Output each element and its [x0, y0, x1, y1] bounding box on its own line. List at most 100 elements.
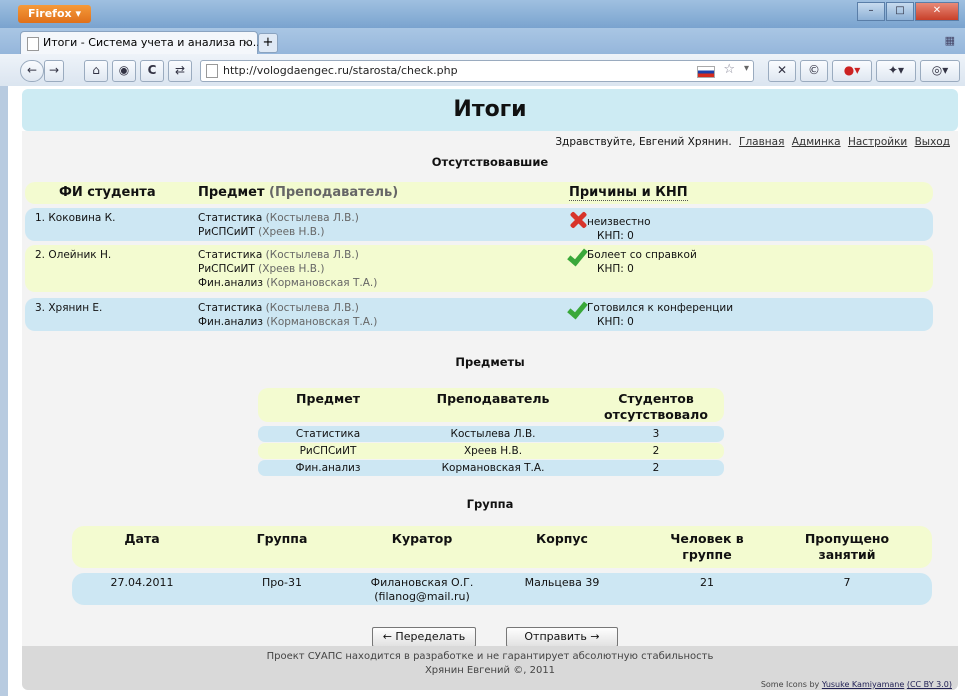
- col-people-line1: Человек в: [670, 531, 744, 546]
- teacher-name: (Хреев Н.В.): [258, 263, 325, 275]
- teacher-name: Кормановская Т.А.: [441, 462, 545, 474]
- teacher-name: (Костылева Л.В.): [265, 212, 359, 224]
- subjects-list: Статистика (Костылева Л.В.) РиСПСиИТ (Хр…: [198, 211, 359, 239]
- missed-value: 7: [843, 576, 851, 589]
- curator-value: Филановская О.Г. (filanog@mail.ru): [352, 576, 492, 604]
- back-button[interactable]: ←: [20, 60, 44, 82]
- table-row: 3. Хрянин Е. Статистика (Костылева Л.В.)…: [25, 298, 933, 331]
- subject-name: Фин.анализ: [198, 277, 263, 289]
- nav-link-logout[interactable]: Выход: [915, 136, 950, 148]
- table-row: 2. Олейник Н. Статистика (Костылева Л.В.…: [25, 245, 933, 292]
- navigation-toolbar: ← → ⌂ ◉ C ⇄ http://vologdaengec.ru/staro…: [0, 54, 965, 87]
- col-subject: Предмет: [296, 391, 360, 406]
- teacher-name: (Костылева Л.В.): [265, 249, 359, 261]
- subjects-header-row: Предмет Преподаватель Студентов отсутство…: [258, 388, 724, 422]
- student-name: 3. Хрянин Е.: [35, 302, 103, 314]
- maximize-button[interactable]: □: [886, 2, 914, 21]
- col-teacher: Преподаватель: [436, 391, 550, 406]
- extension-menu-icon[interactable]: ✦▾: [876, 60, 916, 82]
- send-button[interactable]: Отправить →: [506, 627, 618, 647]
- home-button[interactable]: ⌂: [84, 60, 108, 82]
- subject-name: Фин.анализ: [198, 316, 263, 328]
- col-people-line2: группе: [682, 547, 732, 562]
- tab-close-icon[interactable]: ×: [242, 32, 251, 54]
- teacher-name: (Кормановская Т.А.): [266, 316, 378, 328]
- bookmark-star-icon[interactable]: ☆: [723, 62, 735, 77]
- forward-button[interactable]: →: [44, 60, 64, 82]
- extension-icon[interactable]: ©: [800, 60, 828, 82]
- url-text[interactable]: http://vologdaengec.ru/starosta/check.ph…: [223, 61, 458, 80]
- absent-count: 2: [652, 462, 660, 474]
- subject-name: РиСПСиИТ: [299, 445, 357, 457]
- bookmark-icon[interactable]: ◉: [112, 60, 136, 82]
- tab-list-icon[interactable]: ▦: [945, 34, 955, 47]
- col-missed: Пропущено занятий: [782, 531, 912, 563]
- new-tab-button[interactable]: +: [258, 33, 278, 53]
- nav-link-settings[interactable]: Настройки: [848, 136, 907, 148]
- subjects-section-title: Предметы: [455, 355, 525, 369]
- group-header-row: Дата Группа Куратор Корпус Человек в груп…: [72, 526, 932, 568]
- reason-cell: Готовился к конференции КНП: 0: [569, 301, 733, 329]
- col-date: Дата: [124, 531, 160, 546]
- knp-text: КНП: 0: [597, 263, 634, 275]
- footer-copyright: Хрянин Евгений ©, 2011: [424, 665, 556, 676]
- student-name: 1. Коковина К.: [35, 212, 116, 224]
- absent-count: 3: [652, 428, 660, 440]
- subject-name: РиСПСиИТ: [198, 263, 255, 275]
- chevron-down-icon[interactable]: ▾: [744, 63, 749, 74]
- footer-disclaimer: Проект СУАПС находится в разработке и не…: [266, 651, 714, 662]
- window-titlebar: Firefox ▾ – □ ✕: [0, 0, 965, 28]
- tab-itogi[interactable]: Итоги - Система учета и анализа по... ×: [20, 31, 263, 55]
- reload-button[interactable]: C: [140, 60, 164, 82]
- credit-author-link[interactable]: Yusuke Kamiyamane: [822, 680, 904, 689]
- tab-title: Итоги - Система учета и анализа по...: [43, 36, 264, 49]
- col-building: Корпус: [536, 531, 588, 546]
- nav-link-home[interactable]: Главная: [739, 136, 784, 148]
- icons-credit: Some Icons by Yusuke Kamiyamane (CC BY 3…: [761, 680, 952, 689]
- addon-icon[interactable]: ◎▾: [920, 60, 960, 82]
- col-subject-label: Предмет: [198, 185, 265, 200]
- curator-email: (filanog@mail.ru): [374, 590, 470, 603]
- col-teacher-label: (Преподаватель): [269, 185, 399, 200]
- student-name: 2. Олейник Н.: [35, 249, 112, 261]
- subject-name: Статистика: [295, 428, 361, 440]
- subject-name: Статистика: [198, 249, 263, 261]
- table-row: 1. Коковина К. Статистика (Костылева Л.В…: [25, 208, 933, 243]
- address-bar[interactable]: http://vologdaengec.ru/starosta/check.ph…: [200, 60, 754, 82]
- table-row: Фин.анализ Кормановская Т.А. 2: [258, 460, 724, 476]
- greeting-text: Здравствуйте, Евгений Хрянин.: [555, 136, 732, 148]
- knp-text: КНП: 0: [597, 230, 634, 242]
- absent-header-row: ФИ студента Предмет (Преподаватель) Прич…: [25, 182, 933, 204]
- reason-text: Готовился к конференции: [587, 302, 734, 314]
- window-left-border: [0, 86, 8, 696]
- page-icon: [27, 37, 39, 51]
- building-value: Мальцева 39: [524, 576, 600, 589]
- minimize-button[interactable]: –: [857, 2, 885, 21]
- col-curator: Куратор: [391, 531, 453, 546]
- col-reasons: Причины и КНП: [569, 185, 688, 201]
- reason-cell: неизвестно КНП: 0: [569, 211, 651, 243]
- col-people: Человек в группе: [642, 531, 772, 563]
- col-missed-line1: Пропущено: [804, 531, 890, 546]
- date-value: 27.04.2011: [110, 576, 174, 589]
- close-window-button[interactable]: ✕: [915, 2, 959, 21]
- translate-icon[interactable]: ⇄: [168, 60, 192, 82]
- teacher-name: (Костылева Л.В.): [265, 302, 359, 314]
- reason-text: Болеет со справкой: [587, 249, 697, 261]
- stop-button[interactable]: ✕: [768, 60, 796, 82]
- adblock-icon[interactable]: ●▾: [832, 60, 872, 82]
- reason-text: неизвестно: [587, 216, 651, 228]
- nav-link-admin[interactable]: Админка: [792, 136, 841, 148]
- col-absent-count-line2: отсутствовало: [604, 407, 708, 422]
- col-absent-count-line1: Студентов: [618, 391, 694, 406]
- absent-count: 2: [652, 445, 660, 457]
- subject-name: Статистика: [198, 302, 263, 314]
- subjects-list: Статистика (Костылева Л.В.) Фин.анализ (…: [198, 301, 377, 329]
- col-group: Группа: [256, 531, 308, 546]
- credit-license-link[interactable]: (CC BY 3.0): [907, 680, 952, 689]
- redo-button[interactable]: ← Переделать: [372, 627, 476, 647]
- col-student: ФИ студента: [59, 185, 156, 200]
- col-missed-line2: занятий: [818, 547, 876, 562]
- checkmark-icon: [569, 301, 587, 315]
- firefox-menu-button[interactable]: Firefox ▾: [18, 5, 91, 23]
